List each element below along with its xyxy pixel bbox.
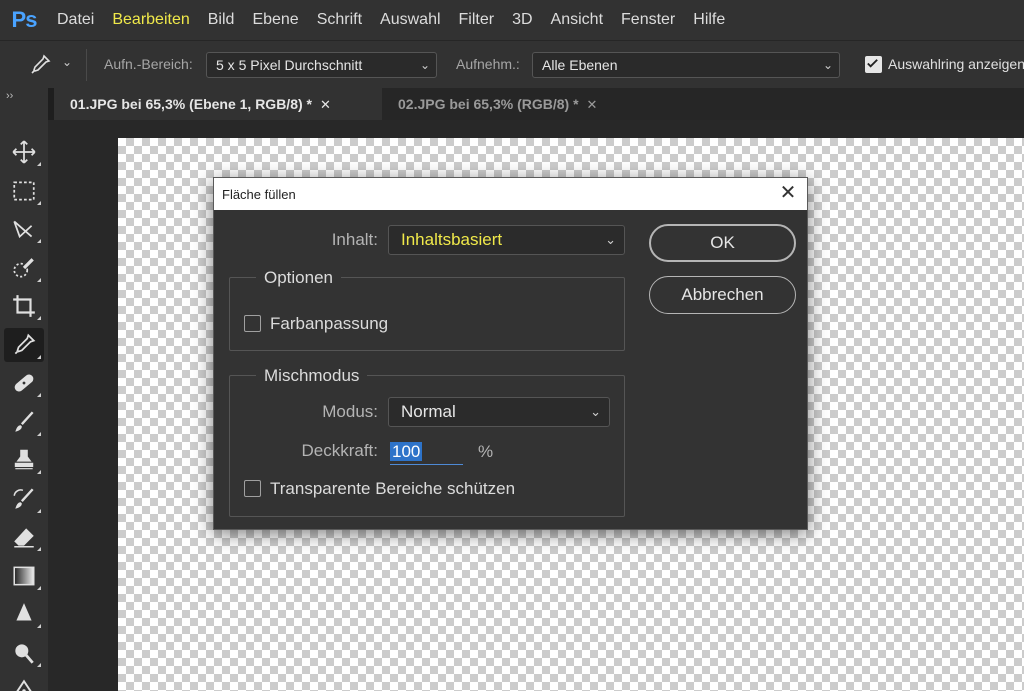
menu-bar: Ps Datei Bearbeiten Bild Ebene Schrift Auswah… — [0, 0, 1024, 40]
menu-filter[interactable]: Filter — [450, 0, 504, 40]
crop-tool-icon[interactable] — [4, 289, 44, 323]
menu-ansicht[interactable]: Ansicht — [542, 0, 612, 40]
content-select[interactable]: Inhaltsbasiert ⌄ — [388, 225, 625, 255]
blur-tool-icon[interactable] — [4, 597, 44, 631]
color-adaptation-checkbox[interactable] — [244, 315, 261, 332]
tab-01-jpg[interactable]: 01.JPG bei 65,3% (Ebene 1, RGB/8) * ✕ — [54, 88, 382, 120]
history-brush-tool-icon[interactable] — [4, 482, 44, 516]
sample-value: Alle Ebenen — [542, 57, 618, 73]
submenu-indicator — [37, 393, 41, 397]
menu-ebene[interactable]: Ebene — [243, 0, 307, 40]
mode-select[interactable]: Normal ⌄ — [388, 397, 610, 427]
chevron-down-icon: ⌄ — [822, 58, 833, 72]
app-logo: Ps — [11, 7, 38, 32]
submenu-indicator — [37, 470, 41, 474]
ok-button[interactable]: OK — [649, 224, 796, 262]
show-ring-checkbox[interactable] — [865, 56, 882, 73]
preserve-transparency-checkbox[interactable] — [244, 480, 261, 497]
submenu-indicator — [37, 508, 41, 513]
tools-panel: ›› — [0, 88, 48, 691]
show-ring-label: Auswahlring anzeigen — [888, 56, 1024, 72]
eyedropper-icon[interactable] — [28, 53, 54, 79]
tab-label: 01.JPG bei 65,3% (Ebene 1, RGB/8) * — [70, 96, 312, 112]
menu-hilfe[interactable]: Hilfe — [684, 0, 734, 40]
sample-label: Aufnehm.: — [456, 56, 520, 72]
pen-tool-icon[interactable] — [4, 674, 44, 691]
menu-items: Datei Bearbeiten Bild Ebene Schrift Auswahl Fi… — [48, 0, 734, 40]
content-value: Inhaltsbasiert — [401, 230, 503, 249]
menu-3d[interactable]: 3D — [503, 0, 541, 40]
opacity-label: Deckkraft: — [301, 441, 378, 460]
options-bar: ⌄ Aufn.-Bereich: 5 x 5 Pixel Durchschnit… — [0, 40, 1024, 88]
color-adaptation-label: Farbanpassung — [270, 314, 389, 333]
cancel-button[interactable]: Abbrechen — [649, 276, 796, 314]
opacity-unit: % — [478, 442, 494, 461]
opacity-input[interactable]: 100 — [390, 441, 463, 465]
preserve-transparency-label: Transparente Bereiche schützen — [270, 479, 516, 498]
close-icon[interactable]: ✕ — [587, 97, 598, 112]
menu-datei[interactable]: Datei — [48, 0, 103, 40]
submenu-indicator — [37, 624, 41, 628]
photoshop-window: Ps Datei Bearbeiten Bild Ebene Schrift Auswah… — [0, 0, 1024, 691]
submenu-indicator — [37, 162, 41, 166]
submenu-indicator — [37, 239, 41, 243]
submenu-indicator — [37, 200, 41, 205]
brush-tool-icon[interactable] — [4, 405, 44, 439]
eraser-tool-icon[interactable] — [4, 520, 44, 554]
chevron-down-icon: ⌄ — [605, 232, 616, 247]
menu-auswahl[interactable]: Auswahl — [371, 0, 449, 40]
sample-size-value: 5 x 5 Pixel Durchschnitt — [216, 57, 363, 73]
content-label: Inhalt: — [331, 230, 378, 249]
tab-02-jpg[interactable]: 02.JPG bei 65,3% (RGB/8) * ✕ — [382, 88, 642, 120]
checkmark-icon — [867, 59, 878, 68]
submenu-indicator — [37, 662, 41, 667]
dialog-title: Fläche füllen — [222, 187, 296, 202]
document-tabs: 01.JPG bei 65,3% (Ebene 1, RGB/8) * ✕ 02.… — [54, 88, 1024, 120]
close-icon[interactable]: ✕ — [777, 182, 799, 204]
sample-select[interactable]: Alle Ebenen ⌄ — [532, 52, 840, 78]
close-icon[interactable]: ✕ — [320, 97, 331, 112]
eyedropper-tool-icon[interactable] — [4, 327, 44, 362]
submenu-indicator — [37, 585, 41, 590]
submenu-indicator — [37, 277, 41, 282]
chevron-down-icon: ⌄ — [419, 58, 430, 72]
submenu-indicator — [37, 431, 41, 436]
sample-size-select[interactable]: 5 x 5 Pixel Durchschnitt ⌄ — [206, 52, 437, 78]
mode-value: Normal — [401, 402, 456, 421]
blending-legend: Mischmodus — [256, 366, 368, 386]
fill-dialog: Fläche füllen ✕ Inhalt: Inhaltsbasiert ⌄… — [213, 177, 808, 530]
clone-stamp-tool-icon[interactable] — [4, 443, 44, 477]
submenu-indicator — [37, 316, 41, 320]
toolbar-divider — [86, 49, 87, 81]
chevron-down-icon[interactable]: ⌄ — [62, 55, 72, 69]
submenu-indicator — [37, 547, 41, 551]
menu-fenster[interactable]: Fenster — [612, 0, 684, 40]
tab-label: 02.JPG bei 65,3% (RGB/8) * — [398, 96, 579, 112]
mode-label: Modus: — [322, 402, 378, 421]
healing-brush-tool-icon[interactable] — [4, 366, 44, 400]
lasso-tool-icon[interactable] — [4, 212, 44, 246]
opacity-value: 100 — [390, 442, 423, 461]
gradient-tool-icon[interactable] — [4, 559, 44, 593]
menu-bild[interactable]: Bild — [199, 0, 244, 40]
menu-bearbeiten[interactable]: Bearbeiten — [103, 0, 198, 40]
options-legend: Optionen — [256, 268, 341, 288]
collapse-panel-icon[interactable]: ›› — [6, 90, 13, 102]
dodge-tool-icon[interactable] — [4, 636, 44, 670]
submenu-indicator — [37, 354, 41, 359]
chevron-down-icon: ⌄ — [590, 404, 601, 419]
dialog-titlebar: Fläche füllen ✕ — [214, 178, 807, 210]
move-tool-icon[interactable] — [4, 135, 44, 169]
sample-size-label: Aufn.-Bereich: — [104, 56, 193, 72]
menu-schrift[interactable]: Schrift — [308, 0, 371, 40]
quick-selection-tool-icon[interactable] — [4, 251, 44, 285]
marquee-tool-icon[interactable] — [4, 174, 44, 208]
